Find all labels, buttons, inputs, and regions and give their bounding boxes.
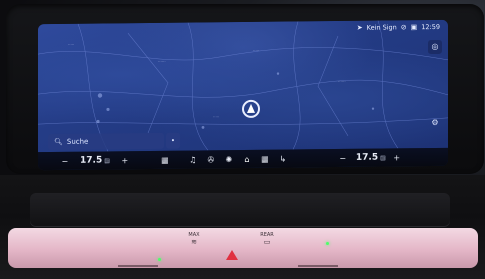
svg-text:······: ······	[158, 59, 166, 64]
phone-status-icon: ▣	[410, 23, 418, 32]
clock: 12:59	[421, 22, 440, 32]
gear-icon: ⚙	[431, 117, 439, 128]
seat-heat-right-icon[interactable]: ▤	[380, 154, 386, 161]
infotainment-display: ····· ······ ····· ······ ····· ➤ Kein S…	[38, 19, 448, 171]
car-interior-scene: ····· ······ ····· ······ ····· ➤ Kein S…	[0, 0, 485, 279]
rear-defrost-button[interactable]: REAR ▭	[256, 232, 278, 246]
network-status: Kein Sign	[366, 23, 397, 32]
temp-down-right-button[interactable]: −	[334, 153, 352, 162]
map-options-button[interactable]: ⚙	[428, 116, 442, 130]
status-bar: ➤ Kein Sign ⊘ ▣ 12:59	[357, 23, 440, 32]
music-icon[interactable]: ♫	[184, 155, 202, 164]
hazard-icon[interactable]	[226, 250, 238, 260]
climate-control-strip: MAX ≋ REAR ▭	[8, 228, 478, 268]
left-indicator-led	[158, 258, 161, 261]
search-icon: 🔍︎	[54, 137, 63, 146]
map-roads: ····· ······ ····· ······ ·····	[38, 20, 448, 152]
apps-left-icon[interactable]: ▦	[156, 155, 174, 164]
apps-icon[interactable]: ▦	[256, 154, 274, 163]
dashboard-ledge	[30, 193, 450, 227]
svg-text:·····: ·····	[68, 42, 74, 47]
left-temperature[interactable]: 17.5	[80, 155, 102, 165]
temp-up-left-button[interactable]: +	[116, 156, 134, 165]
rear-defrost-icon: ▭	[263, 238, 271, 246]
search-label: Suche	[66, 137, 89, 146]
navigation-settings-icon: ◎	[431, 41, 439, 52]
phone-icon[interactable]: ↳	[274, 154, 292, 163]
left-slider-groove[interactable]	[118, 265, 158, 267]
search-pin-button[interactable]: •	[166, 132, 180, 149]
signal-icon: ⊘	[400, 23, 407, 32]
svg-text:······: ······	[338, 79, 346, 84]
right-indicator-led	[326, 242, 329, 245]
defrost-icon: ≋	[191, 238, 197, 246]
navigation-arrow-icon: ➤	[356, 23, 363, 32]
navigation-settings-button[interactable]: ◎	[428, 39, 442, 55]
fan-icon[interactable]: ✇	[202, 155, 220, 164]
climate-icon[interactable]: ✺	[220, 155, 238, 164]
svg-text:·····: ·····	[213, 114, 219, 119]
home-icon[interactable]: ⌂	[238, 154, 256, 163]
search-field[interactable]: 🔍︎ Suche	[48, 132, 164, 151]
svg-text:·····: ·····	[253, 48, 259, 53]
temp-down-left-button[interactable]: −	[56, 156, 74, 165]
position-arrow-icon	[242, 99, 260, 119]
seat-heat-left-icon[interactable]: ▤	[104, 157, 110, 164]
right-slider-groove[interactable]	[298, 265, 338, 267]
max-defrost-button[interactable]: MAX ≋	[184, 232, 204, 246]
navigation-map[interactable]: ····· ······ ····· ······ ····· ➤ Kein S…	[38, 19, 448, 153]
right-temperature[interactable]: 17.5	[356, 153, 378, 163]
temp-up-right-button[interactable]: +	[388, 153, 406, 162]
pin-icon: •	[170, 136, 176, 145]
